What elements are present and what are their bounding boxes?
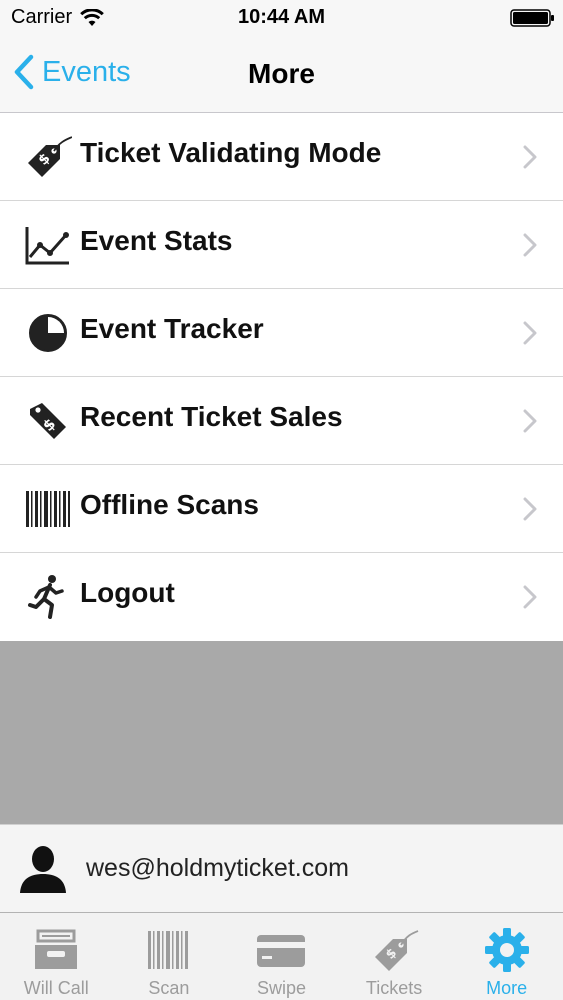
barcode-icon (147, 931, 188, 969)
menu-item-label: Event Tracker (80, 313, 264, 344)
carrier-label: Carrier (11, 6, 73, 28)
menu-item-label: Logout (80, 577, 175, 608)
menu-item-offline-scans[interactable]: Offline Scans (0, 465, 563, 553)
user-silhouette-icon (20, 846, 66, 893)
menu-item-label: Ticket Validating Mode (80, 137, 382, 168)
more-menu-list: $ Ticket Validating Mode Event Stats Eve… (0, 113, 563, 641)
menu-item-label: Event Stats (80, 225, 233, 256)
user-email: wes@holdmyticket.com (86, 854, 349, 882)
chevron-right-icon (523, 321, 537, 345)
gear-icon (484, 928, 529, 972)
chevron-right-icon (523, 233, 537, 257)
menu-item-recent-ticket-sales[interactable]: $ Recent Ticket Sales (0, 377, 563, 465)
ticket-tag-icon: $ (28, 136, 72, 177)
running-man-icon (28, 575, 64, 619)
status-bar: Carrier 10:44 AM (0, 0, 563, 36)
tab-bar: Will Call Scan Swipe $ Tickets More (0, 912, 563, 1000)
menu-item-logout[interactable]: Logout (0, 553, 563, 641)
tab-swipe[interactable]: Swipe (225, 913, 338, 1000)
tab-label: Swipe (256, 978, 306, 998)
tab-will-call[interactable]: Will Call (0, 913, 113, 1000)
pie-tracker-icon (29, 314, 67, 352)
credit-card-icon (257, 935, 306, 967)
chevron-right-icon (523, 497, 537, 521)
back-button[interactable]: Events (12, 54, 131, 90)
carrier-indicator: Carrier (11, 6, 104, 29)
wifi-icon (80, 8, 104, 26)
chevron-left-icon (14, 54, 34, 90)
ticket-tag-icon: $ (375, 930, 419, 971)
tab-label: Scan (148, 978, 190, 998)
tab-more[interactable]: More (450, 913, 563, 1000)
tab-label: Will Call (23, 978, 89, 998)
battery-icon (510, 9, 554, 27)
line-chart-icon (25, 227, 69, 265)
tab-label: More (486, 978, 528, 998)
barcode-icon (26, 491, 70, 527)
chevron-right-icon (523, 409, 537, 433)
navigation-bar: Events More (0, 36, 563, 113)
tab-scan[interactable]: Scan (113, 913, 226, 1000)
menu-item-label: Recent Ticket Sales (80, 401, 343, 432)
tab-label: Tickets (365, 978, 423, 998)
menu-item-ticket-validating-mode[interactable]: $ Ticket Validating Mode (0, 113, 563, 201)
tab-tickets[interactable]: $ Tickets (338, 913, 451, 1000)
back-button-label: Events (42, 55, 131, 88)
price-tag-icon: $ (30, 403, 66, 439)
user-account-bar: wes@holdmyticket.com (0, 824, 563, 912)
chevron-right-icon (523, 145, 537, 169)
chevron-right-icon (523, 585, 537, 609)
inbox-tray-icon (35, 929, 78, 969)
menu-item-event-tracker[interactable]: Event Tracker (0, 289, 563, 377)
menu-item-label: Offline Scans (80, 489, 259, 520)
menu-item-event-stats[interactable]: Event Stats (0, 201, 563, 289)
